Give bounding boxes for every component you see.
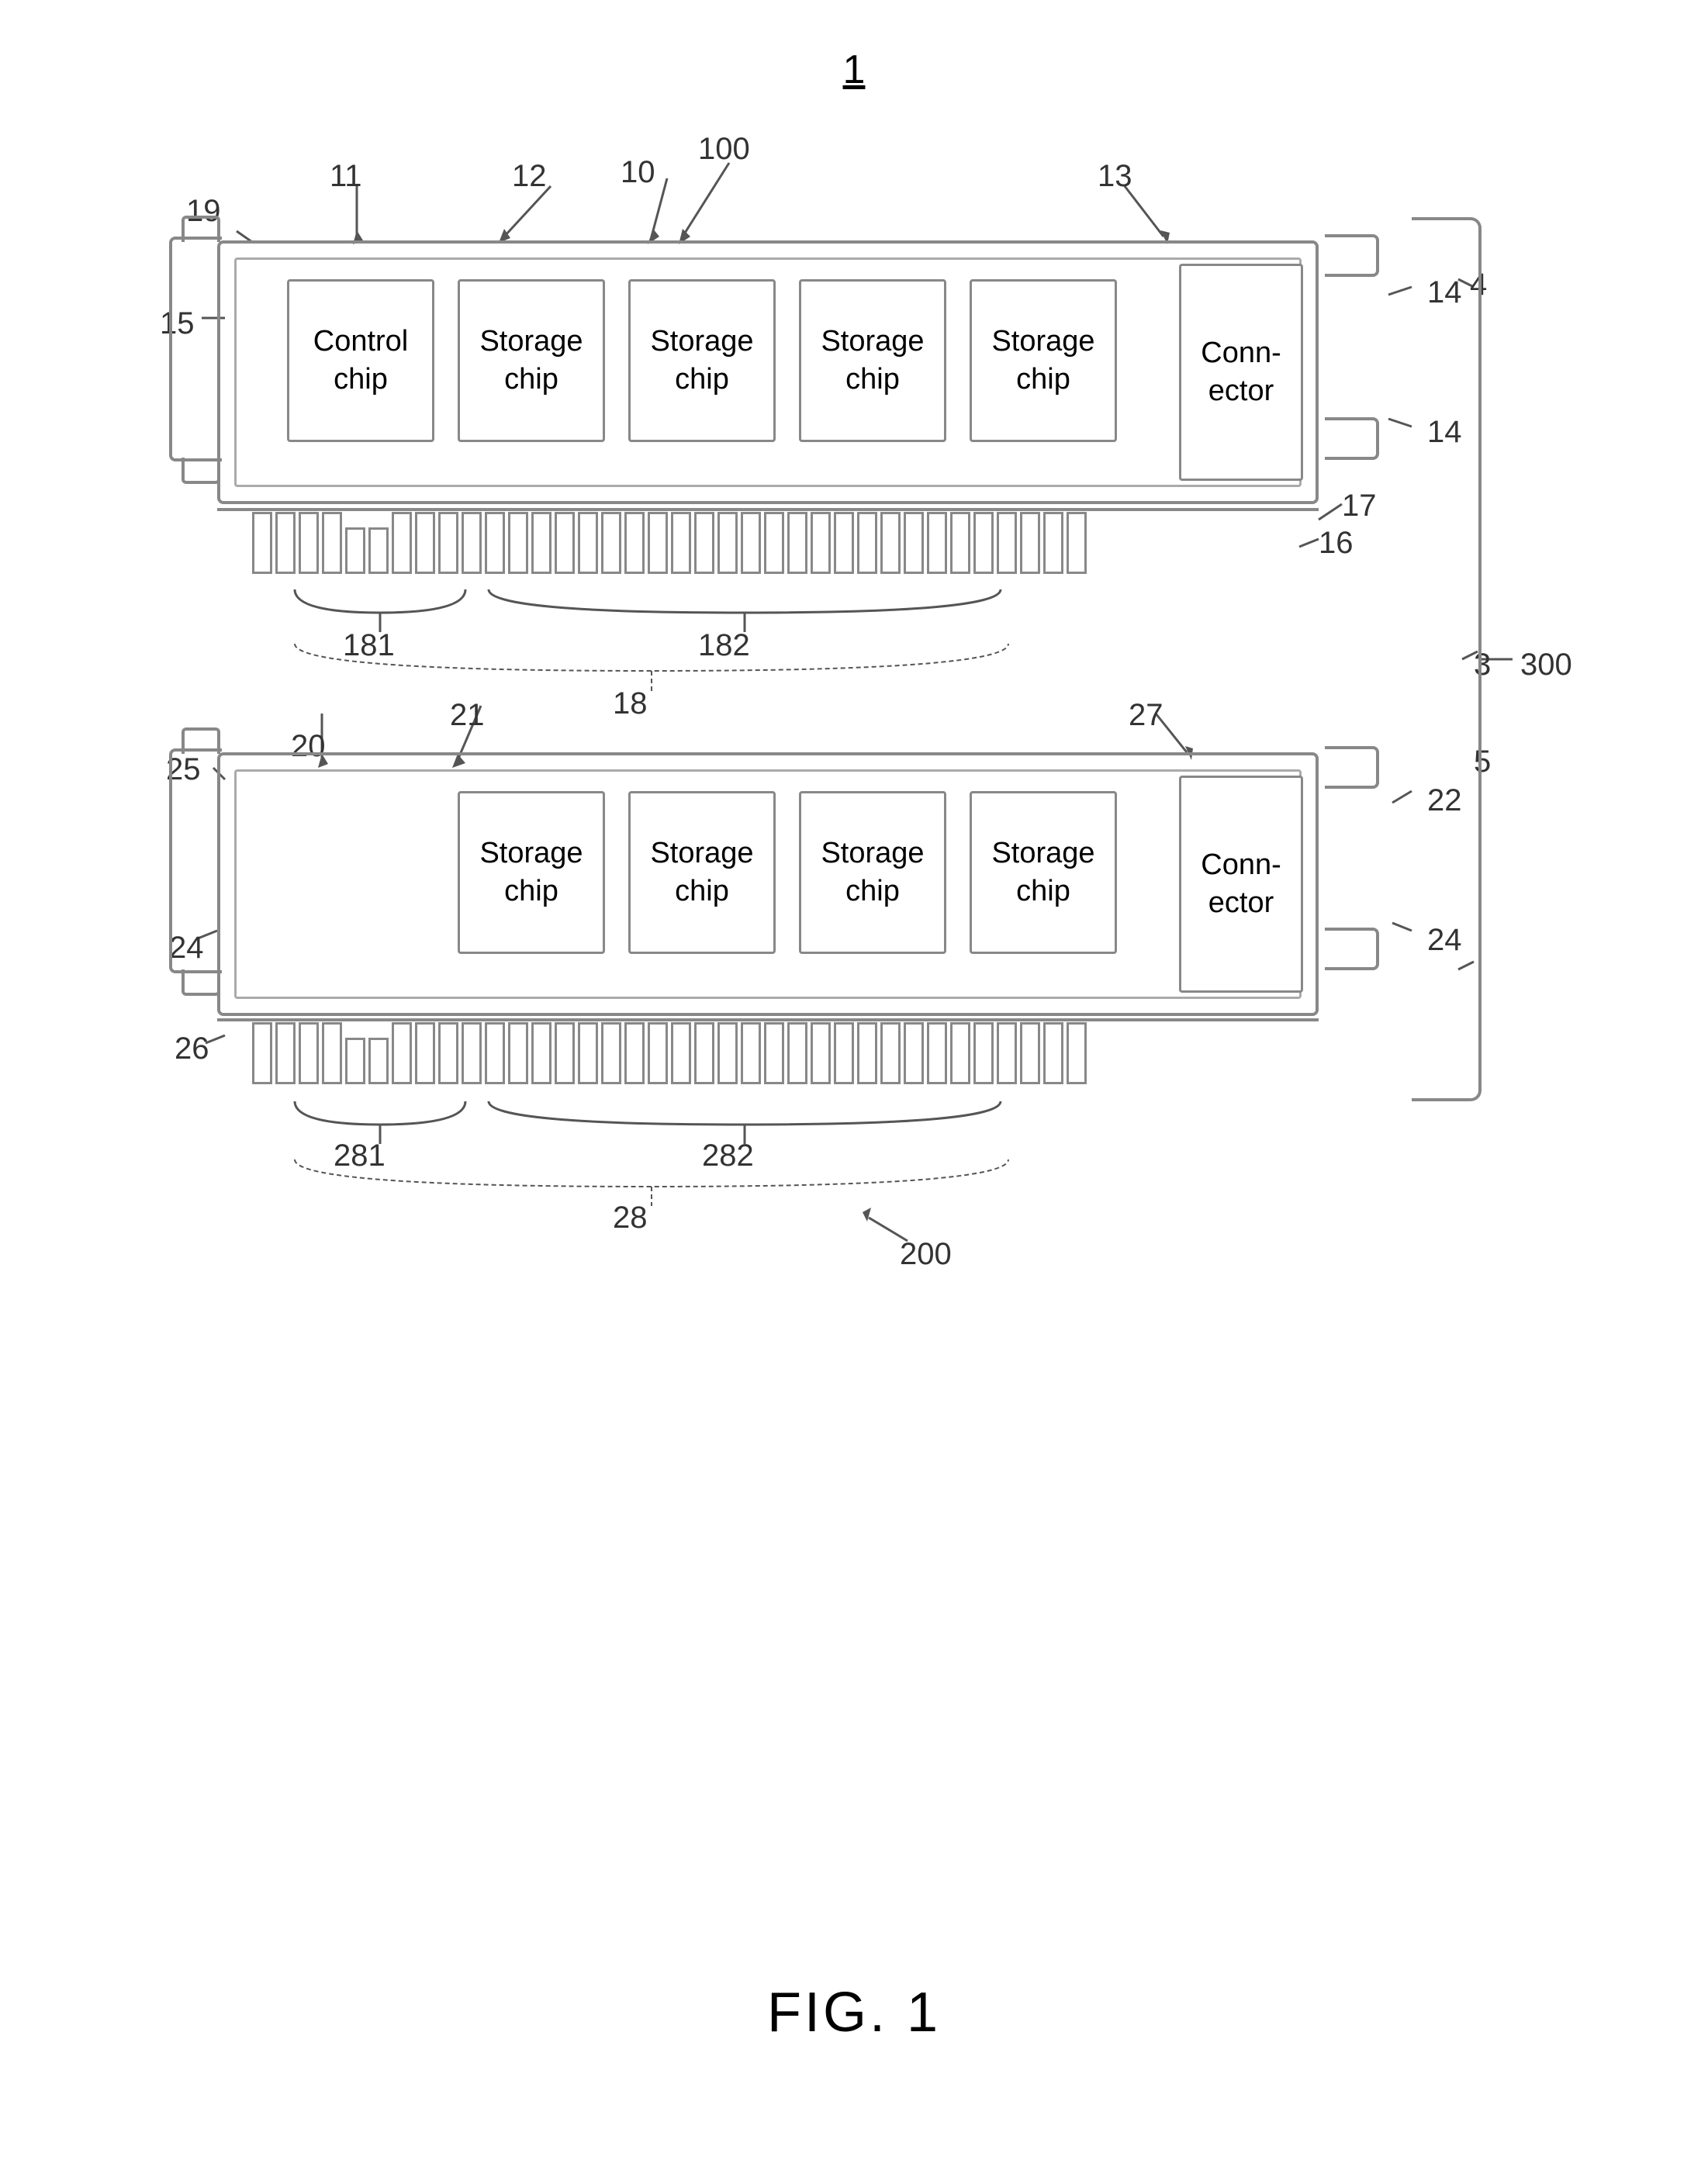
storage-chip-100-3: Storagechip xyxy=(799,279,946,442)
label-200: 200 xyxy=(900,1237,952,1272)
connector-200: Conn-ector xyxy=(1179,776,1303,993)
label-182: 182 xyxy=(698,628,750,663)
control-chip: Controlchip xyxy=(287,279,434,442)
storage-chip-200-3: Storagechip xyxy=(799,791,946,954)
outer-bracket-300 xyxy=(1412,217,1482,1101)
label-11: 11 xyxy=(330,159,362,194)
teeth-100 xyxy=(252,512,1087,574)
label-18: 18 xyxy=(613,686,648,721)
pcb-bottom-200 xyxy=(217,1018,1319,1021)
teeth-200 xyxy=(252,1022,1087,1084)
right-clip-100-bot xyxy=(1325,417,1379,460)
notch-200-bot xyxy=(182,969,220,996)
storage-chip-100-1: Storagechip xyxy=(458,279,605,442)
label-282: 282 xyxy=(702,1139,754,1173)
label-28: 28 xyxy=(613,1201,648,1235)
left-bracket-200 xyxy=(169,748,222,973)
label-21: 21 xyxy=(450,698,485,733)
right-clip-200-bot xyxy=(1325,928,1379,970)
storage-chip-200-4: Storagechip xyxy=(970,791,1117,954)
label-12: 12 xyxy=(512,159,547,194)
label-26: 26 xyxy=(175,1032,209,1066)
figure-caption: FIG. 1 xyxy=(767,1981,941,2044)
right-clip-100-top xyxy=(1325,234,1379,277)
right-clip-200-top xyxy=(1325,746,1379,789)
label-16: 16 xyxy=(1319,526,1354,561)
label-300: 300 xyxy=(1520,648,1572,682)
connector-100: Conn-ector xyxy=(1179,264,1303,481)
label-181: 181 xyxy=(343,628,395,663)
storage-chip-200-2: Storagechip xyxy=(628,791,776,954)
label-281: 281 xyxy=(334,1139,386,1173)
label-27: 27 xyxy=(1129,698,1163,733)
storage-chip-100-4: Storagechip xyxy=(970,279,1117,442)
label-17: 17 xyxy=(1342,489,1377,524)
label-13: 13 xyxy=(1098,159,1132,194)
storage-chip-200-1: Storagechip xyxy=(458,791,605,954)
notch-100-bot xyxy=(182,458,220,484)
left-bracket-100 xyxy=(169,237,222,461)
label-100: 100 xyxy=(698,132,750,167)
label-10: 10 xyxy=(621,155,655,190)
storage-chip-100-2: Storagechip xyxy=(628,279,776,442)
diagram: 100 10 11 12 13 19 15 14 14 17 16 181 18… xyxy=(124,116,1575,1435)
pcb-bottom-100 xyxy=(217,508,1319,511)
figure-number-top: 1 xyxy=(843,47,866,93)
page: 1 xyxy=(0,0,1708,2184)
